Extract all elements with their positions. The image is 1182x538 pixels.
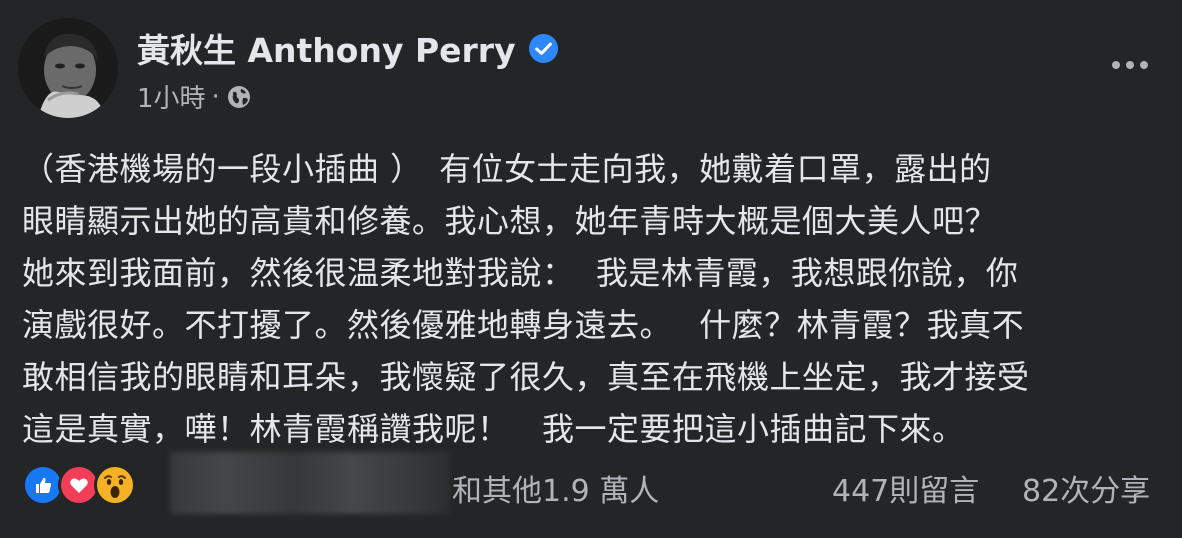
author-name[interactable]: 黃秋生 Anthony Perry [137,24,559,72]
post-text-line: 她來到我面前，然後很温柔地對我說： 我是林青霞，我想跟你說，你 [22,254,1019,292]
post-text-line: 演戲很好。不打擾了。然後優雅地轉身遠去。 什麼？林青霞？我真不 [22,306,1025,344]
wow-icon [94,464,136,506]
avatar[interactable] [18,18,118,118]
reaction-count-link[interactable]: 和其他1.9 萬人 [452,466,659,510]
meta-separator: · [211,81,220,112]
post-text-line: 這是真實，嘩！林青霞稱讚我呢！ 我一定要把這小插曲記下來。 [22,410,965,448]
facebook-post: 黃秋生 Anthony Perry 1小時 · （香港機場的一段小插曲 ） 有位… [0,0,1182,538]
more-dots-icon [1112,61,1148,69]
post-text-line: 眼睛顯示出她的高貴和修養。我心想，她年青時大概是個大美人吧？ [22,202,998,240]
author-name-text[interactable]: 黃秋生 Anthony Perry [137,24,516,72]
shares-count-link[interactable]: 82次分享 [1022,466,1150,510]
post-text-line: （香港機場的一段小插曲 ） 有位女士走向我，她戴着口罩，露出的 [22,150,992,188]
more-options-button[interactable] [1108,48,1152,82]
post-body-text: （香港機場的一段小插曲 ） 有位女士走向我，她戴着口罩，露出的 眼睛顯示出她的高… [22,143,1162,455]
post-meta: 1小時 · [137,78,252,115]
reaction-icons[interactable] [22,464,136,506]
post-text-line: 敢相信我的眼睛和耳朵，我懷疑了很久，真至在飛機上坐定，我才接受 [22,358,1030,396]
verified-badge-icon [528,33,559,64]
comments-count-link[interactable]: 447則留言 [832,466,979,510]
post-timestamp[interactable]: 1小時 [137,78,206,115]
globe-icon[interactable] [226,84,252,110]
avatar-portrait-icon [18,18,118,118]
redacted-names-blur [170,452,450,514]
